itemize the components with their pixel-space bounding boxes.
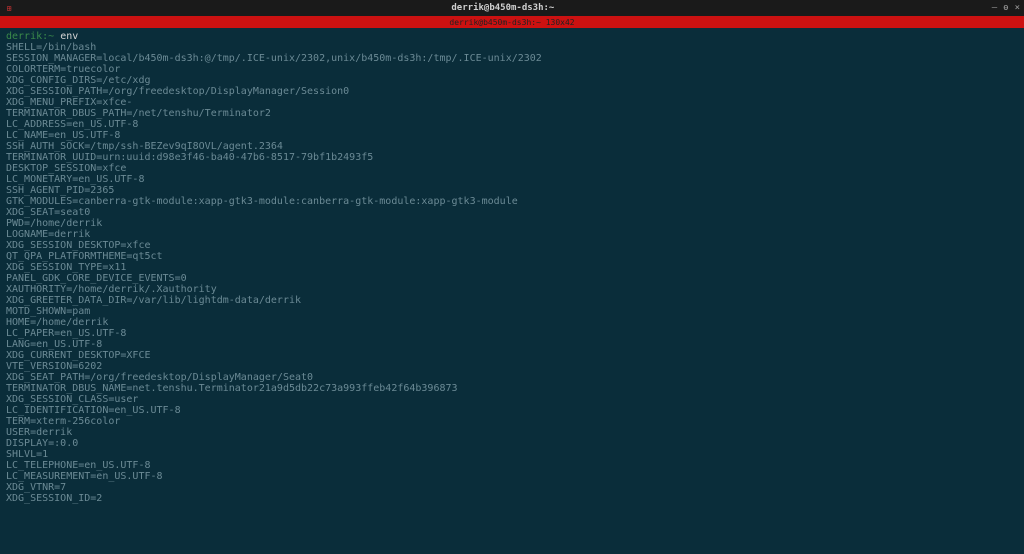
env-line: XDG_VTNR=7 bbox=[6, 482, 1018, 493]
env-line: LOGNAME=derrik bbox=[6, 229, 1018, 240]
env-line: XDG_CURRENT_DESKTOP=XFCE bbox=[6, 350, 1018, 361]
env-line: XDG_SESSION_PATH=/org/freedesktop/Displa… bbox=[6, 86, 1018, 97]
env-line: LC_NAME=en_US.UTF-8 bbox=[6, 130, 1018, 141]
env-line: GTK_MODULES=canberra-gtk-module:xapp-gtk… bbox=[6, 196, 1018, 207]
env-line: XDG_CONFIG_DIRS=/etc/xdg bbox=[6, 75, 1018, 86]
env-line: LANG=en_US.UTF-8 bbox=[6, 339, 1018, 350]
env-line: HOME=/home/derrik bbox=[6, 317, 1018, 328]
terminator-icon: ⊞ bbox=[4, 3, 14, 13]
terminal-pane[interactable]: derrik:~ env SHELL=/bin/bashSESSION_MANA… bbox=[0, 28, 1024, 507]
env-line: LC_IDENTIFICATION=en_US.UTF-8 bbox=[6, 405, 1018, 416]
env-line: TERMINATOR_DBUS_NAME=net.tenshu.Terminat… bbox=[6, 383, 1018, 394]
env-line: QT_QPA_PLATFORMTHEME=qt5ct bbox=[6, 251, 1018, 262]
env-line: VTE_VERSION=6202 bbox=[6, 361, 1018, 372]
env-line: XDG_SESSION_TYPE=x11 bbox=[6, 262, 1018, 273]
env-line: LC_ADDRESS=en_US.UTF-8 bbox=[6, 119, 1018, 130]
prompt-command: env bbox=[54, 31, 78, 42]
env-line: SHELL=/bin/bash bbox=[6, 42, 1018, 53]
prompt-user-host: derrik:~ bbox=[6, 31, 54, 42]
env-line: SESSION_MANAGER=local/b450m-ds3h:@/tmp/.… bbox=[6, 53, 1018, 64]
env-line: TERMINATOR_UUID=urn:uuid:d98e3f46-ba40-4… bbox=[6, 152, 1018, 163]
env-line: XAUTHORITY=/home/derrik/.Xauthority bbox=[6, 284, 1018, 295]
window-controls: — ɵ ⨯ bbox=[992, 4, 1020, 13]
env-line: SHLVL=1 bbox=[6, 449, 1018, 460]
env-line: SSH_AUTH_SOCK=/tmp/ssh-BEZev9qI8OVL/agen… bbox=[6, 141, 1018, 152]
env-line: PANEL_GDK_CORE_DEVICE_EVENTS=0 bbox=[6, 273, 1018, 284]
env-output: SHELL=/bin/bashSESSION_MANAGER=local/b45… bbox=[6, 42, 1018, 504]
env-line: TERM=xterm-256color bbox=[6, 416, 1018, 427]
env-line: XDG_MENU_PREFIX=xfce- bbox=[6, 97, 1018, 108]
env-line: TERMINATOR_DBUS_PATH=/net/tenshu/Termina… bbox=[6, 108, 1018, 119]
env-line: SSH_AGENT_PID=2365 bbox=[6, 185, 1018, 196]
env-line: LC_PAPER=en_US.UTF-8 bbox=[6, 328, 1018, 339]
env-line: XDG_SEAT_PATH=/org/freedesktop/DisplayMa… bbox=[6, 372, 1018, 383]
env-line: DISPLAY=:0.0 bbox=[6, 438, 1018, 449]
env-line: LC_MONETARY=en_US.UTF-8 bbox=[6, 174, 1018, 185]
env-line: XDG_SEAT=seat0 bbox=[6, 207, 1018, 218]
title-bar-left: ⊞ bbox=[4, 3, 14, 13]
env-line: USER=derrik bbox=[6, 427, 1018, 438]
tab-label[interactable]: derrik@b450m-ds3h:~ 130x42 bbox=[449, 18, 574, 27]
window-title: derrik@b450m-ds3h:~ bbox=[14, 3, 992, 13]
maximize-button[interactable]: ɵ bbox=[1003, 4, 1008, 13]
env-line: COLORTERM=truecolor bbox=[6, 64, 1018, 75]
env-line: DESKTOP_SESSION=xfce bbox=[6, 163, 1018, 174]
tab-bar: derrik@b450m-ds3h:~ 130x42 bbox=[0, 16, 1024, 28]
close-button[interactable]: ⨯ bbox=[1015, 4, 1020, 13]
prompt-line: derrik:~ env bbox=[6, 31, 1018, 42]
env-line: XDG_SESSION_DESKTOP=xfce bbox=[6, 240, 1018, 251]
env-line: LC_TELEPHONE=en_US.UTF-8 bbox=[6, 460, 1018, 471]
env-line: XDG_SESSION_ID=2 bbox=[6, 493, 1018, 504]
env-line: XDG_SESSION_CLASS=user bbox=[6, 394, 1018, 405]
env-line: PWD=/home/derrik bbox=[6, 218, 1018, 229]
env-line: MOTD_SHOWN=pam bbox=[6, 306, 1018, 317]
env-line: XDG_GREETER_DATA_DIR=/var/lib/lightdm-da… bbox=[6, 295, 1018, 306]
env-line: LC_MEASUREMENT=en_US.UTF-8 bbox=[6, 471, 1018, 482]
title-bar: ⊞ derrik@b450m-ds3h:~ — ɵ ⨯ bbox=[0, 0, 1024, 16]
minimize-button[interactable]: — bbox=[992, 4, 997, 13]
